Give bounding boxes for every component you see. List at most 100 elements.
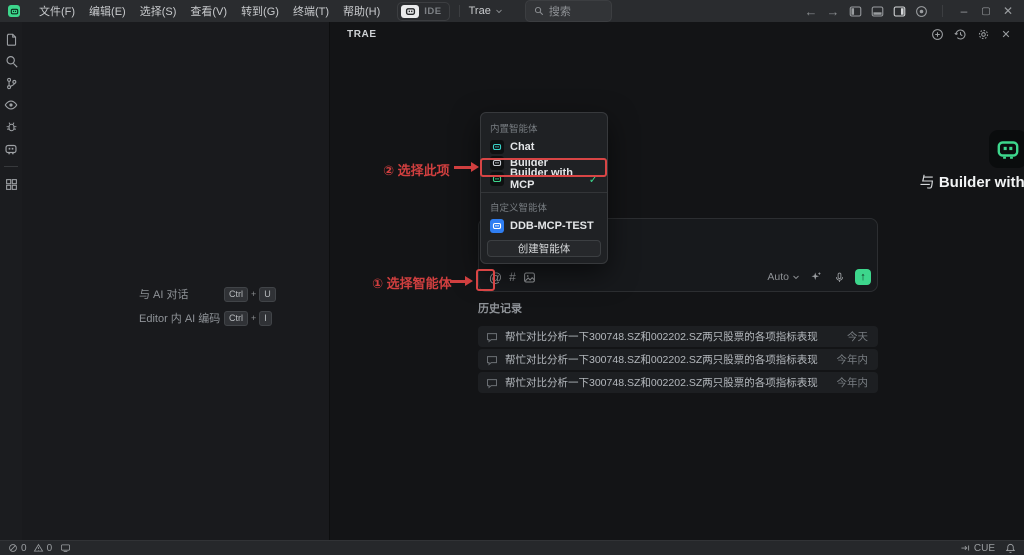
menu-terminal[interactable]: 终端(T) (286, 0, 336, 22)
extensions-icon[interactable] (0, 173, 22, 195)
hint-chat-with-ai: 与 AI 对话 Ctrl + U (139, 282, 276, 306)
nav-forward-button[interactable]: → (823, 2, 843, 20)
agent-name: Chat (510, 141, 534, 153)
feedback-icon[interactable] (60, 543, 71, 553)
history-item-time: 今年内 (825, 375, 869, 390)
microphone-icon[interactable] (831, 269, 848, 286)
attach-image-button[interactable] (521, 269, 538, 286)
keycap-ctrl: Ctrl (224, 287, 248, 302)
agent-name: DDB-MCP-TEST (510, 220, 594, 232)
key-plus: + (251, 313, 256, 323)
hint-inline-ai: Editor 内 AI 编码 Ctrl + I (139, 306, 276, 330)
trae-app-logo-icon (8, 5, 20, 17)
editor-pane: 与 AI 对话 Ctrl + U Editor 内 AI 编码 Ctrl + I (22, 22, 330, 540)
ide-mode-badge[interactable]: IDE (397, 2, 449, 21)
trae-ai-panel: TRAE ✕ 与 Builder with MCP 协作 @ (330, 22, 1024, 540)
keycap-ctrl: Ctrl (224, 311, 248, 326)
agent-selector-at-button[interactable]: @ (487, 269, 504, 286)
window-minimize-button[interactable]: – (954, 2, 974, 20)
nav-back-button[interactable]: ← (801, 2, 821, 20)
panel-title: TRAE (347, 29, 377, 40)
welcome-prefix: 与 (920, 174, 939, 191)
builder-mcp-agent-icon (490, 172, 504, 186)
history-item-time: 今天 (835, 329, 868, 344)
menu-selection[interactable]: 选择(S) (133, 0, 184, 22)
menu-view[interactable]: 查看(V) (183, 0, 234, 22)
history-item[interactable]: 帮忙对比分析一下300748.SZ和002202.SZ两只股票的各项指标表现 今… (478, 326, 878, 347)
ddb-agent-icon (490, 219, 504, 233)
enhance-prompt-sparkle-icon[interactable] (807, 269, 824, 286)
annotation-step1-label: ① 选择智能体 (372, 273, 452, 292)
history-section: 历史记录 帮忙对比分析一下300748.SZ和002202.SZ两只股票的各项指… (478, 300, 878, 395)
debug-bug-icon[interactable] (0, 116, 22, 138)
history-icon[interactable] (952, 26, 968, 42)
chat-input-toolbar: @ # Auto ↑ (479, 267, 877, 291)
menu-bar: 文件(F) 编辑(E) 选择(S) 查看(V) 转到(G) 终端(T) 帮助(H… (32, 0, 387, 22)
error-count: 0 (21, 543, 27, 554)
agent-item-builder-with-mcp[interactable]: Builder with MCP ✓ (481, 171, 607, 187)
toggle-right-sidebar-icon[interactable] (889, 2, 909, 20)
search-placeholder: 搜索 (549, 3, 571, 19)
panel-header: TRAE ✕ (330, 22, 1024, 46)
chevron-down-icon (792, 273, 800, 281)
window-close-button[interactable]: ✕ (998, 2, 1018, 20)
eye-watch-icon[interactable] (0, 94, 22, 116)
annotation-step2-label: ② 选择此项 (383, 160, 450, 179)
customize-layout-icon[interactable] (911, 2, 931, 20)
chat-agent-icon (490, 140, 504, 154)
history-item-text: 帮忙对比分析一下300748.SZ和002202.SZ两只股票的各项指标表现 (505, 375, 818, 390)
workspace-switcher[interactable]: Trae (469, 5, 503, 17)
source-control-icon[interactable] (0, 72, 22, 94)
main-area: 与 AI 对话 Ctrl + U Editor 内 AI 编码 Ctrl + I… (0, 22, 1024, 540)
search-sidebar-icon[interactable] (0, 50, 22, 72)
ide-robot-icon (401, 5, 419, 18)
settings-gear-icon[interactable] (975, 26, 991, 42)
titlebar-divider (942, 5, 943, 17)
status-bar: 0 0 CUE (0, 540, 1024, 555)
chat-bubble-icon (486, 354, 498, 366)
mode-label: Auto (767, 271, 789, 283)
welcome-agent-name: Builder with MCP (939, 174, 1024, 191)
problems-indicator[interactable]: 0 0 (8, 543, 52, 554)
history-title: 历史记录 (478, 300, 878, 316)
history-item-text: 帮忙对比分析一下300748.SZ和002202.SZ两只股票的各项指标表现 (505, 329, 818, 344)
activity-bar-separator (4, 166, 18, 167)
model-mode-select[interactable]: Auto (767, 271, 800, 283)
toggle-bottom-panel-icon[interactable] (867, 2, 887, 20)
history-item[interactable]: 帮忙对比分析一下300748.SZ和002202.SZ两只股票的各项指标表现 今… (478, 349, 878, 370)
keycap-u: U (259, 287, 276, 302)
notifications-bell-icon[interactable] (1005, 543, 1016, 554)
history-item-time: 今年内 (825, 352, 869, 367)
welcome-title: 与 Builder with MCP 协作 (678, 171, 1024, 192)
history-item-text: 帮忙对比分析一下300748.SZ和002202.SZ两只股票的各项指标表现 (505, 352, 818, 367)
custom-agents-header: 自定义智能体 (481, 197, 607, 218)
create-agent-button[interactable]: 创建智能体 (487, 240, 601, 257)
cue-indicator[interactable]: CUE (960, 543, 995, 554)
menu-goto[interactable]: 转到(G) (234, 0, 286, 22)
menu-file[interactable]: 文件(F) (32, 0, 82, 22)
dropdown-separator (481, 192, 607, 193)
ide-label: IDE (424, 6, 441, 17)
new-chat-icon[interactable] (929, 26, 945, 42)
agent-selector-dropdown: 内置智能体 Chat Builder Builder with MCP ✓ (480, 112, 608, 264)
toggle-left-sidebar-icon[interactable] (845, 2, 865, 20)
window-maximize-button[interactable]: ▢ (976, 2, 996, 20)
trae-agent-sidebar-icon[interactable] (0, 138, 22, 160)
global-search-input[interactable]: 搜索 (525, 0, 612, 22)
annotation-step1-arrow (450, 276, 473, 286)
cue-label: CUE (974, 543, 995, 554)
chat-bubble-icon (486, 377, 498, 389)
shortcut-hints: 与 AI 对话 Ctrl + U Editor 内 AI 编码 Ctrl + I (139, 282, 276, 330)
builder-mcp-logo (989, 130, 1024, 168)
explorer-icon[interactable] (0, 28, 22, 50)
agent-item-ddb-mcp-test[interactable]: DDB-MCP-TEST (481, 218, 607, 234)
send-button[interactable]: ↑ (855, 269, 871, 285)
titlebar-controls: ← → – ▢ ✕ (801, 2, 1024, 20)
close-panel-icon[interactable]: ✕ (998, 26, 1014, 42)
context-hash-button[interactable]: # (504, 269, 521, 286)
agent-item-chat[interactable]: Chat (481, 139, 607, 155)
menu-edit[interactable]: 编辑(E) (82, 0, 133, 22)
history-item[interactable]: 帮忙对比分析一下300748.SZ和002202.SZ两只股票的各项指标表现 今… (478, 372, 878, 393)
tab-arrow-icon (960, 543, 971, 553)
menu-help[interactable]: 帮助(H) (336, 0, 387, 22)
